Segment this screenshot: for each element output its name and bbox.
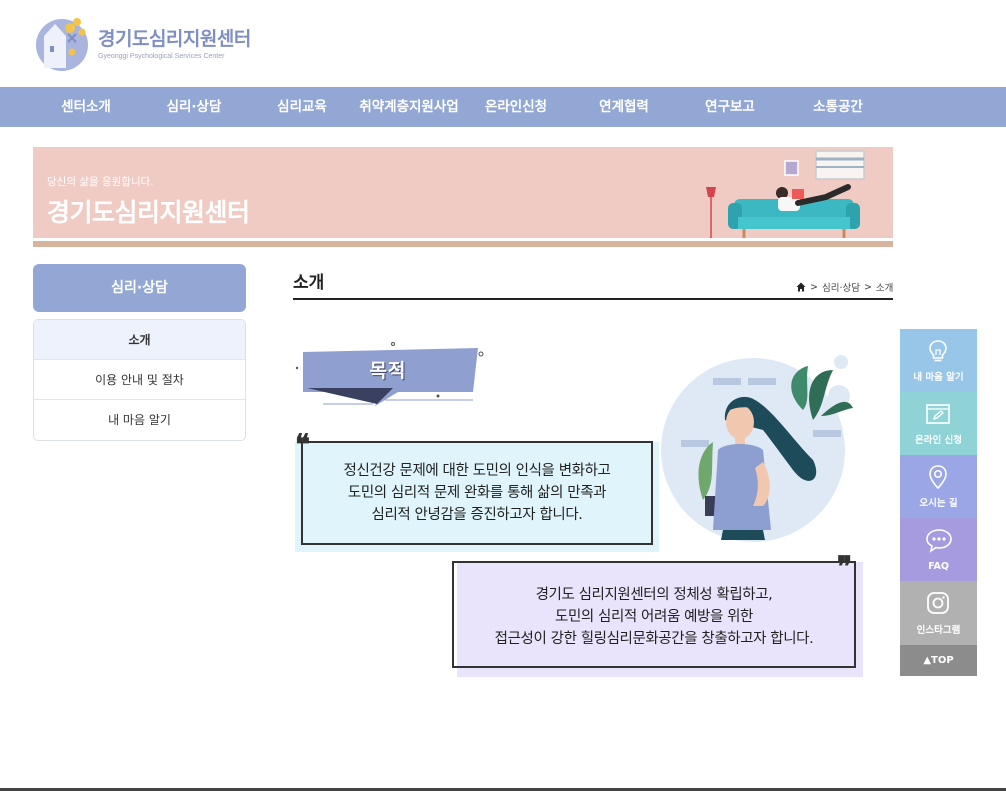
nav-item-cooperation[interactable]: 연계협력 — [588, 87, 660, 127]
banner-floor-strip — [33, 241, 893, 247]
home-icon[interactable] — [796, 282, 806, 292]
quick-item-label: 오시는 길 — [919, 498, 958, 509]
nav-item-vulnerable-support[interactable]: 취약계층지원사업 — [352, 87, 466, 127]
breadcrumb-level1[interactable]: 심리·상담 — [822, 280, 860, 294]
quick-item-instagram[interactable]: 인스타그램 — [900, 581, 977, 645]
nav-item-research[interactable]: 연구보고 — [694, 87, 766, 127]
banner-illustration — [698, 150, 893, 241]
quote-1-line-3: 심리적 안녕감을 증진하고자 합니다. — [371, 507, 583, 523]
purpose-quote-2: 경기도 심리지원센터의 정체성 확립하고, 도민의 심리적 어려움 예방을 위한… — [459, 584, 849, 650]
quick-item-label: 온라인 신청 — [914, 435, 962, 446]
sidebar-heading: 심리·상담 — [33, 264, 246, 312]
map-pin-icon — [929, 465, 947, 490]
breadcrumb: > 심리·상담 > 소개 — [796, 280, 893, 294]
logo-mark-icon — [36, 18, 88, 71]
quote-2-line-1: 경기도 심리지원센터의 정체성 확립하고, — [535, 587, 773, 603]
quote-2-line-3: 접근성이 강한 힐링심리문화공간을 창출하고자 합니다. — [494, 631, 814, 647]
title-underline — [293, 298, 893, 300]
quick-menu: 내 마음 알기 온라인 신청 오시는 길 FAQ 인스타그램 ▲TOP — [900, 329, 977, 676]
chat-bubble-icon — [926, 529, 952, 553]
page-title: 소개 — [293, 273, 325, 293]
banner-title: 경기도심리지원센터 — [47, 198, 250, 227]
hero-banner: 당신의 삶을 응원합니다. 경기도심리지원센터 — [33, 147, 893, 247]
quick-item-online-application[interactable]: 온라인 신청 — [900, 392, 977, 455]
purpose-quote-1: 정신건강 문제에 대한 도민의 인식을 변화하고 도민의 심리적 문제 완화를 … — [307, 460, 647, 526]
quick-item-faq[interactable]: FAQ — [900, 518, 977, 581]
pencil-form-icon — [926, 404, 950, 424]
instagram-icon — [927, 592, 949, 614]
banner-subtitle: 당신의 삶을 응원합니다. — [47, 176, 154, 188]
logo-title: 경기도심리지원센터 — [98, 28, 251, 50]
site-header: 경기도심리지원센터 Gyeonggi Psychological Service… — [0, 0, 1006, 87]
nav-item-communication[interactable]: 소통공간 — [802, 87, 874, 127]
site-logo[interactable]: 경기도심리지원센터 Gyeonggi Psychological Service… — [32, 12, 262, 72]
quote-1-line-1: 정신건강 문제에 대한 도민의 인식을 변화하고 — [343, 463, 611, 479]
sidebar-item-know-my-mind[interactable]: 내 마음 알기 — [34, 400, 245, 440]
quick-item-label: FAQ — [928, 561, 949, 572]
purpose-label: 목적 — [369, 360, 407, 382]
main-nav: 센터소개 심리·상담 심리교육 취약계층지원사업 온라인신청 연계협력 연구보고… — [0, 87, 1006, 127]
nav-item-center-intro[interactable]: 센터소개 — [50, 87, 122, 127]
quick-item-label: 인스타그램 — [916, 625, 961, 636]
sidebar-item-intro[interactable]: 소개 — [34, 320, 245, 360]
sidebar-menu: 소개 이용 안내 및 절차 내 마음 알기 — [33, 319, 246, 441]
svg-text:❝: ❝ — [295, 428, 310, 461]
quote-2-line-2: 도민의 심리적 어려움 예방을 위한 — [555, 609, 753, 625]
scroll-top-button[interactable]: ▲TOP — [900, 645, 977, 676]
svg-text:❞: ❞ — [837, 550, 852, 583]
logo-subtitle: Gyeonggi Psychological Services Center — [98, 53, 225, 60]
breadcrumb-separator: > — [810, 281, 818, 293]
quick-item-know-my-mind[interactable]: 내 마음 알기 — [900, 329, 977, 392]
nav-item-counseling[interactable]: 심리·상담 — [158, 87, 230, 127]
nav-item-education[interactable]: 심리교육 — [266, 87, 338, 127]
lightbulb-icon — [929, 340, 947, 362]
quote-1-line-2: 도민의 심리적 문제 완화를 통해 삶의 만족과 — [347, 485, 607, 501]
breadcrumb-level2[interactable]: 소개 — [876, 280, 893, 294]
nav-item-online-application[interactable]: 온라인신청 — [480, 87, 552, 127]
sidebar-item-usage-guide[interactable]: 이용 안내 및 절차 — [34, 360, 245, 400]
quick-item-label: 내 마음 알기 — [913, 372, 964, 383]
purpose-section: ❝ ❞ 목적 정신건강 문제에 대한 도민의 인식을 변화하고 도민의 심리적 … — [293, 330, 893, 690]
breadcrumb-separator: > — [863, 281, 872, 293]
quick-item-directions[interactable]: 오시는 길 — [900, 455, 977, 518]
